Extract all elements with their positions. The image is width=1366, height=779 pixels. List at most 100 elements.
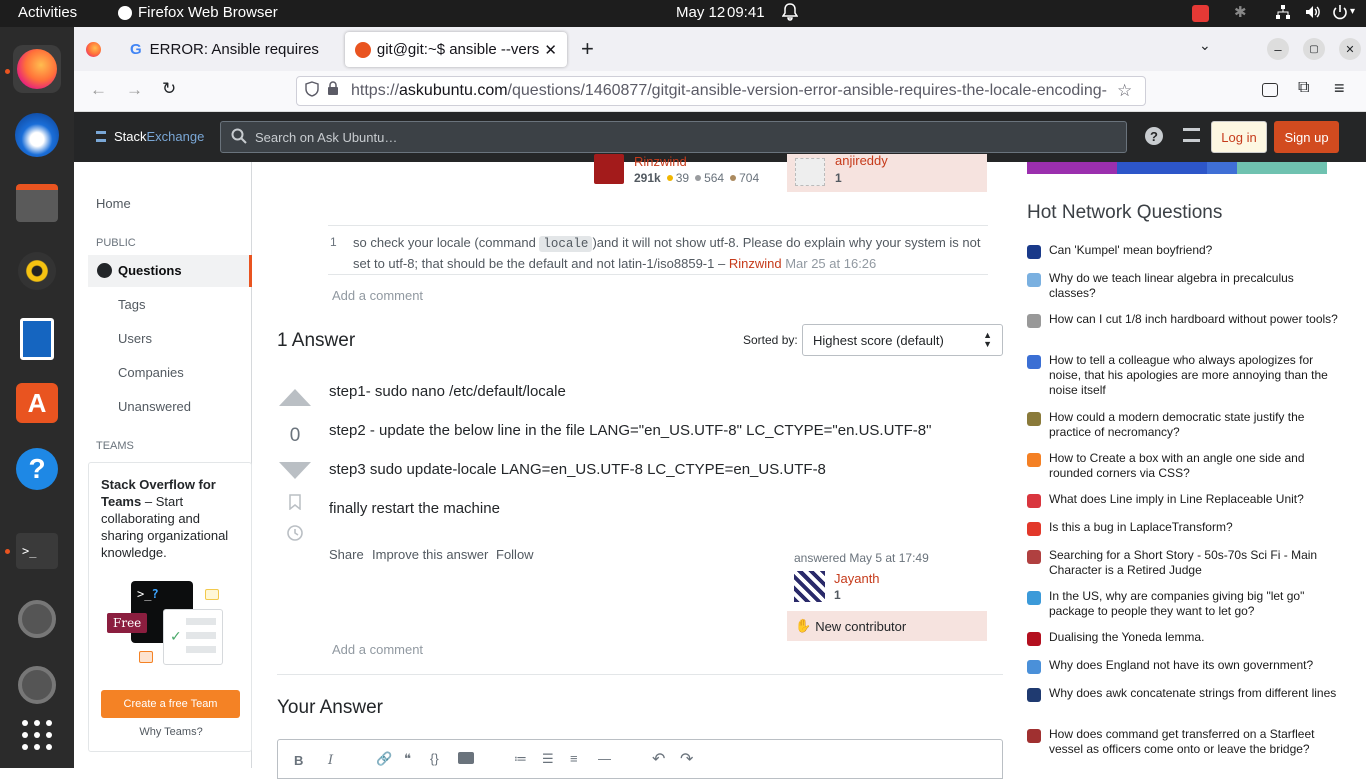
asker-name[interactable]: anjireddy — [835, 153, 888, 168]
answerer-name[interactable]: Jayanth — [834, 571, 880, 586]
list-tabs-chevron-icon[interactable]: ⌄ — [1199, 37, 1211, 54]
share-link[interactable]: Share — [329, 547, 364, 562]
software-launcher[interactable]: A — [13, 379, 61, 427]
ordered-list-icon[interactable]: ≔ — [514, 751, 527, 767]
sort-select[interactable]: Highest score (default) ▲ ▼ — [802, 324, 1003, 356]
signup-button[interactable]: Sign up — [1274, 121, 1339, 153]
help-launcher[interactable]: ? — [13, 445, 61, 493]
link-icon[interactable]: 🔗 — [376, 751, 392, 767]
follow-link[interactable]: Follow — [496, 547, 534, 562]
bookmark-star-icon[interactable]: ☆ — [1117, 81, 1132, 101]
redo-icon[interactable]: ↷ — [680, 749, 693, 769]
minimize-icon[interactable]: – — [1267, 38, 1289, 60]
bookmark-icon[interactable] — [289, 494, 301, 510]
hot-question-link[interactable]: How to Create a box with an angle one si… — [1049, 451, 1339, 481]
firefox-view-icon[interactable] — [86, 42, 101, 57]
italic-icon[interactable]: I — [328, 753, 333, 768]
create-team-button[interactable]: Create a free Team — [101, 690, 240, 718]
new-contributor-badge[interactable]: ✋ New contributor — [787, 611, 987, 641]
heading-icon[interactable]: ≡ — [570, 751, 578, 766]
comment-date[interactable]: Mar 25 at 16:26 — [785, 256, 876, 271]
clock-date[interactable]: May 12 — [676, 4, 725, 21]
silver-badge-icon — [695, 175, 702, 181]
help-icon[interactable]: ? — [1145, 127, 1163, 145]
close-tab-icon[interactable]: ✕ — [544, 41, 557, 59]
nav-companies[interactable]: Companies — [118, 365, 184, 380]
hot-question-link[interactable]: Can 'Kumpel' mean boyfriend? — [1049, 243, 1339, 258]
comment-author[interactable]: Rinzwind — [729, 256, 782, 271]
bold-icon[interactable]: B — [294, 753, 303, 768]
tab-error-ansible[interactable]: G ERROR: Ansible requires — [120, 32, 345, 67]
site-search-input[interactable]: Search on Ask Ubuntu… — [220, 121, 1127, 153]
nav-users[interactable]: Users — [118, 331, 152, 346]
hot-question-link[interactable]: How does command get transferred on a St… — [1049, 727, 1339, 757]
add-comment-link[interactable]: Add a comment — [332, 288, 423, 303]
bluetooth-icon[interactable]: ✱ — [1234, 3, 1247, 21]
new-tab-icon[interactable]: + — [581, 36, 594, 62]
disc-launcher[interactable] — [13, 595, 61, 643]
upvote-arrow-icon[interactable] — [278, 387, 312, 407]
power-icon[interactable] — [1332, 3, 1348, 25]
code-icon[interactable]: {} — [430, 751, 439, 766]
hot-question-link[interactable]: Dualising the Yoneda lemma. — [1049, 630, 1339, 645]
volume-icon[interactable] — [1304, 3, 1322, 25]
hot-question-link[interactable]: Why do we teach linear algebra in precal… — [1049, 271, 1339, 301]
history-icon[interactable] — [286, 524, 304, 542]
hot-question-link[interactable]: What does Line imply in Line Replaceable… — [1049, 492, 1339, 507]
nav-home[interactable]: Home — [96, 196, 131, 211]
pocket-icon[interactable] — [1262, 83, 1278, 97]
notification-bell-icon[interactable] — [781, 3, 799, 25]
avatar[interactable] — [594, 154, 624, 184]
files-launcher[interactable] — [13, 179, 61, 227]
hot-question-link[interactable]: In the US, why are companies giving big … — [1049, 589, 1339, 619]
forward-icon[interactable]: → — [126, 80, 143, 100]
downvote-arrow-icon[interactable] — [278, 461, 312, 481]
site-switcher-icon[interactable] — [1183, 128, 1200, 142]
hot-question-link[interactable]: Searching for a Short Story - 50s-70s Sc… — [1049, 548, 1339, 578]
hot-question-link[interactable]: Is this a bug in LaplaceTransform? — [1049, 520, 1339, 535]
nav-unanswered[interactable]: Unanswered — [118, 399, 191, 414]
promo-banner[interactable] — [1027, 162, 1327, 174]
undo-icon[interactable]: ↶ — [652, 749, 665, 769]
writer-launcher[interactable] — [13, 315, 61, 363]
rhythmbox-launcher[interactable] — [13, 247, 61, 295]
avatar[interactable] — [794, 571, 825, 602]
firefox-launcher[interactable] — [13, 45, 61, 93]
maximize-icon[interactable]: ▢ — [1303, 38, 1325, 60]
back-icon[interactable]: ← — [90, 80, 107, 100]
why-teams-link[interactable]: Why Teams? — [89, 726, 253, 738]
clock-time[interactable]: 09:41 — [727, 4, 765, 21]
activities-button[interactable]: Activities — [18, 4, 77, 21]
add-comment-link[interactable]: Add a comment — [332, 642, 423, 657]
tab-askubuntu[interactable]: git@git:~$ ansible --versi ✕ — [345, 32, 567, 67]
show-apps-button[interactable] — [13, 711, 61, 759]
system-menu-chevron-icon[interactable]: ▾ — [1350, 6, 1355, 17]
terminal-launcher[interactable]: >_ — [13, 527, 61, 575]
hot-question-link[interactable]: How can I cut 1/8 inch hardboard without… — [1049, 312, 1339, 327]
login-button[interactable]: Log in — [1211, 121, 1267, 153]
url-bar[interactable]: https://askubuntu.com/questions/1460877/… — [296, 76, 1146, 106]
recording-indicator-icon[interactable] — [1192, 5, 1209, 22]
reload-icon[interactable]: ↻ — [162, 79, 176, 99]
thunderbird-launcher[interactable] — [13, 111, 61, 159]
quote-icon[interactable]: ❝ — [404, 751, 411, 767]
image-icon[interactable] — [458, 752, 474, 764]
hot-question-link[interactable]: How could a modern democratic state just… — [1049, 410, 1339, 440]
horizontal-rule-icon[interactable]: — — [598, 751, 611, 766]
avatar[interactable] — [795, 158, 825, 186]
nav-questions[interactable]: Questions — [88, 255, 252, 287]
stackexchange-logo[interactable]: Stack Exchange — [96, 129, 204, 144]
network-icon[interactable] — [1275, 4, 1291, 24]
hot-question-link[interactable]: How to tell a colleague who always apolo… — [1049, 353, 1339, 398]
unordered-list-icon[interactable]: ☰ — [542, 751, 554, 767]
improve-answer-link[interactable]: Improve this answer — [372, 547, 488, 562]
extensions-icon[interactable]: ⧉ — [1298, 79, 1309, 97]
close-window-icon[interactable]: ✕ — [1339, 38, 1361, 60]
hot-question-link[interactable]: Why does awk concatenate strings from di… — [1049, 686, 1339, 701]
question-editor-name[interactable]: Rinzwind — [634, 154, 687, 169]
disc-launcher-2[interactable] — [13, 661, 61, 709]
hot-question-link[interactable]: Why does England not have its own govern… — [1049, 658, 1339, 673]
active-app-menu[interactable]: Firefox Web Browser — [118, 4, 278, 21]
menu-hamburger-icon[interactable]: ≡ — [1334, 78, 1345, 99]
nav-tags[interactable]: Tags — [118, 297, 145, 312]
